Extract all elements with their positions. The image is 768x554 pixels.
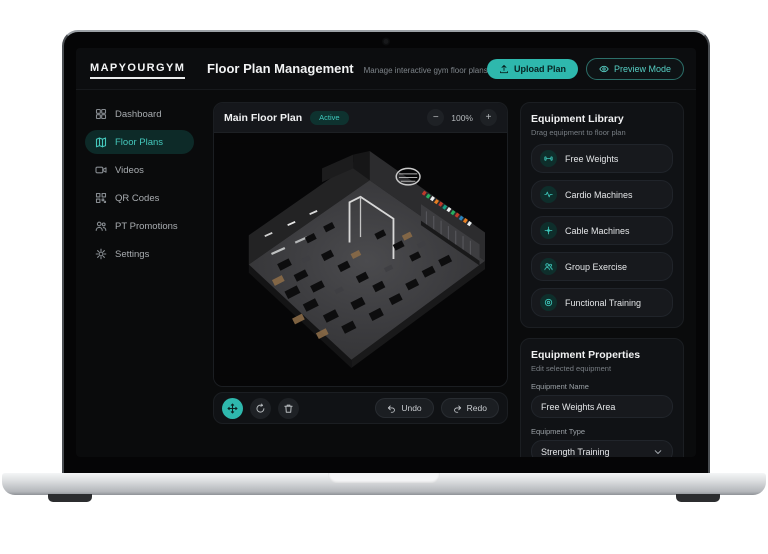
floor-plan-card: Main Floor Plan Active − 100% + xyxy=(213,102,508,387)
equipment-library-subtitle: Drag equipment to floor plan xyxy=(531,128,626,137)
sidebar: Dashboard Floor Plans Videos QR Codes PT… xyxy=(76,90,203,457)
undo-button[interactable]: Undo xyxy=(375,398,434,418)
redo-button[interactable]: Redo xyxy=(440,398,499,418)
laptop-foot-right xyxy=(676,494,720,502)
brand-logo: MAPYOURGYM xyxy=(90,62,186,79)
equipment-library-item-label: Functional Training xyxy=(565,297,642,308)
floor-plan-canvas[interactable] xyxy=(214,133,507,386)
upload-icon xyxy=(499,64,509,74)
qr-code-icon xyxy=(95,192,107,204)
laptop-base xyxy=(2,473,766,495)
activity-icon xyxy=(544,190,553,199)
sidebar-item-label: QR Codes xyxy=(115,192,160,204)
chevron-down-icon xyxy=(653,447,663,457)
rotate-tool-button[interactable] xyxy=(250,397,271,419)
dashboard-grid-icon xyxy=(95,108,107,120)
upload-plan-label: Upload Plan xyxy=(513,63,566,74)
sidebar-item-label: PT Promotions xyxy=(115,220,178,232)
equipment-type-select[interactable]: Strength Training xyxy=(531,440,673,457)
equipment-type-label: Equipment Type xyxy=(531,427,586,436)
zoom-in-button[interactable]: + xyxy=(480,109,497,126)
history-actions: Undo Redo xyxy=(375,398,499,418)
laptop-lid-notch xyxy=(328,473,440,483)
main-content: Main Floor Plan Active − 100% + Undo Red… xyxy=(203,90,518,457)
equipment-library-item-label: Cable Machines xyxy=(565,225,630,236)
upload-plan-button[interactable]: Upload Plan xyxy=(486,58,578,79)
sidebar-item[interactable]: Settings xyxy=(85,242,194,266)
sidebar-item[interactable]: Dashboard xyxy=(85,102,194,126)
sidebar-item[interactable]: PT Promotions xyxy=(85,214,194,238)
equipment-name-label: Equipment Name xyxy=(531,382,589,391)
redo-label: Redo xyxy=(466,403,487,413)
sidebar-item[interactable]: Floor Plans xyxy=(85,130,194,154)
status-badge: Active xyxy=(310,110,349,125)
equipment-name-input[interactable]: Free Weights Area xyxy=(531,395,673,418)
zoom-level: 100% xyxy=(451,112,473,123)
zoom-controls: − 100% + xyxy=(427,109,497,126)
equipment-type-value: Strength Training xyxy=(541,446,610,457)
equipment-properties-card: Equipment Properties Edit selected equip… xyxy=(520,338,684,457)
sidebar-item-label: Settings xyxy=(115,248,150,260)
sidebar-item[interactable]: Videos xyxy=(85,158,194,182)
canvas-toolbar: Undo Redo xyxy=(213,392,508,424)
page-title: Floor Plan Management xyxy=(207,61,354,76)
map-icon xyxy=(95,136,107,148)
eye-icon xyxy=(599,64,609,74)
equipment-library-list: Free Weights Cardio Machines Cable Machi… xyxy=(531,144,673,317)
header-actions: Upload Plan Preview Mode xyxy=(486,57,684,80)
zoom-out-button[interactable]: − xyxy=(427,109,445,126)
delete-tool-button[interactable] xyxy=(278,397,299,419)
rotate-icon xyxy=(255,403,266,414)
trash-icon xyxy=(283,403,294,414)
undo-icon xyxy=(387,404,396,413)
right-panel: Equipment Library Drag equipment to floo… xyxy=(518,90,696,457)
group-icon xyxy=(544,262,553,271)
cable-icon xyxy=(544,226,553,235)
floor-plan-card-header: Main Floor Plan Active − 100% + xyxy=(214,103,507,133)
equipment-library-item-label: Free Weights xyxy=(565,153,619,164)
gym-3d-render xyxy=(214,143,507,376)
laptop-mockup: MAPYOURGYM Floor Plan Management Manage … xyxy=(0,0,768,554)
move-tool-button[interactable] xyxy=(222,397,243,419)
undo-label: Undo xyxy=(401,403,422,413)
page-subtitle: Manage interactive gym floor plans xyxy=(363,66,488,75)
equipment-library-title: Equipment Library xyxy=(531,113,624,125)
app-header: MAPYOURGYM Floor Plan Management Manage … xyxy=(76,48,696,90)
gear-icon xyxy=(95,248,107,260)
target-icon xyxy=(544,298,553,307)
preview-mode-label: Preview Mode xyxy=(613,63,671,74)
equipment-library-item[interactable]: Free Weights xyxy=(531,144,673,173)
users-icon xyxy=(95,220,107,232)
logo-box: MAPYOURGYM xyxy=(76,58,203,79)
move-icon xyxy=(227,403,238,414)
sidebar-item-label: Dashboard xyxy=(115,108,162,120)
webcam-icon xyxy=(383,39,389,44)
equipment-library-item-label: Group Exercise xyxy=(565,261,628,272)
equipment-library-item[interactable]: Cable Machines xyxy=(531,216,673,245)
equipment-library-card: Equipment Library Drag equipment to floo… xyxy=(520,102,684,328)
sidebar-item-label: Videos xyxy=(115,164,144,176)
equipment-name-value: Free Weights Area xyxy=(541,401,616,412)
equipment-library-item[interactable]: Group Exercise xyxy=(531,252,673,281)
laptop-foot-left xyxy=(48,494,92,502)
equipment-library-item[interactable]: Functional Training xyxy=(531,288,673,317)
sidebar-item-label: Floor Plans xyxy=(115,136,164,148)
video-icon xyxy=(95,164,107,176)
sidebar-item[interactable]: QR Codes xyxy=(85,186,194,210)
dumbbell-icon xyxy=(544,154,553,163)
equipment-properties-title: Equipment Properties xyxy=(531,349,641,361)
app-window: MAPYOURGYM Floor Plan Management Manage … xyxy=(76,48,696,457)
redo-icon xyxy=(453,404,462,413)
header-titles: Floor Plan Management Manage interactive… xyxy=(207,61,488,76)
equipment-properties-subtitle: Edit selected equipment xyxy=(531,364,612,373)
equipment-library-item-label: Cardio Machines xyxy=(565,189,633,200)
laptop-screen: MAPYOURGYM Floor Plan Management Manage … xyxy=(62,30,710,475)
equipment-library-item[interactable]: Cardio Machines xyxy=(531,180,673,209)
floor-plan-title: Main Floor Plan xyxy=(224,111,303,124)
preview-mode-button[interactable]: Preview Mode xyxy=(585,57,684,80)
